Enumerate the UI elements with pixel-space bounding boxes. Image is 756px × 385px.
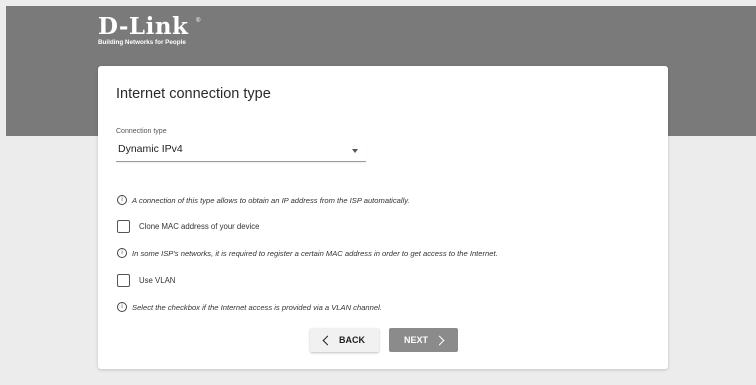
back-button[interactable]: BACK (310, 328, 379, 352)
registered-mark: ® (196, 18, 201, 24)
chevron-left-icon (322, 335, 333, 345)
back-button-label: BACK (339, 335, 365, 345)
info-icon: i (117, 302, 127, 312)
info-vlan-text: Select the checkbox if the Internet acce… (132, 302, 382, 312)
dlink-logo: D-Link ® Building Networks for People (98, 13, 200, 47)
page-title: Internet connection type (116, 86, 271, 102)
use-vlan-label[interactable]: Use VLAN (139, 276, 175, 285)
info-icon: i (117, 248, 127, 258)
next-button[interactable]: NEXT (389, 328, 458, 352)
connection-type-value: Dynamic IPv4 (118, 143, 183, 155)
clone-mac-label[interactable]: Clone MAC address of your device (139, 222, 259, 231)
dropdown-caret-icon (352, 149, 358, 153)
connection-type-label: Connection type (116, 128, 167, 135)
info-icon: i (117, 195, 127, 205)
use-vlan-checkbox[interactable] (117, 274, 130, 287)
connection-type-select[interactable]: Dynamic IPv4 (116, 139, 366, 162)
clone-mac-checkbox[interactable] (117, 220, 130, 233)
info-dynamic-text: A connection of this type allows to obta… (132, 195, 410, 205)
wizard-card: Internet connection type Connection type… (98, 66, 668, 369)
info-mac-text: In some ISP's networks, it is required t… (132, 248, 498, 258)
use-vlan-row: Use VLAN (117, 274, 175, 287)
chevron-right-icon (434, 335, 445, 345)
logo-tagline: Building Networks for People (98, 39, 186, 46)
next-button-label: NEXT (403, 335, 428, 345)
info-vlan: i Select the checkbox if the Internet ac… (117, 302, 382, 312)
info-mac: i In some ISP's networks, it is required… (117, 248, 498, 258)
clone-mac-row: Clone MAC address of your device (117, 220, 259, 233)
info-dynamic: i A connection of this type allows to ob… (117, 195, 410, 205)
logo-wordmark: D-Link (98, 13, 189, 40)
